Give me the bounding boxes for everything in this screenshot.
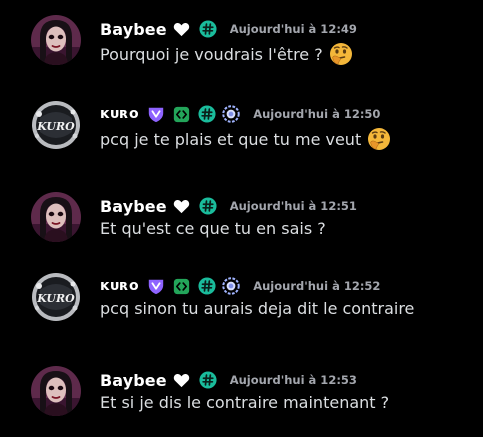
message-content: Et si je dis le contraire maintenant ? [100,393,389,412]
message-header: ĸᴜʀᴏ Aujourd'hui à 12:50 [100,103,380,125]
username[interactable]: Baybee [100,20,167,39]
thinking-face-emoji[interactable] [367,127,391,151]
message-text: pcq sinon tu aurais deja dit le contrair… [100,299,415,318]
hashtag-badge-icon[interactable] [199,371,217,389]
message-text: Et qu'est ce que tu en sais ? [100,219,326,238]
hashtag-badge-icon[interactable] [198,105,216,123]
chat-message: Baybee Aujourd'hui à 12:49 Pourquoi je v… [0,15,483,75]
username[interactable]: Baybee [100,371,167,390]
message-content: pcq je te plais et que tu me veut [100,127,391,151]
message-text: Et si je dis le contraire maintenant ? [100,393,390,412]
kuro-avatar[interactable]: KURO [31,272,81,322]
kuro-avatar[interactable]: KURO [31,100,81,150]
chat-message: KURO ĸᴜʀᴏ Aujourd'hui à 12:52 pcq sinon … [0,272,483,332]
hashtag-badge-icon[interactable] [199,197,217,215]
timestamp[interactable]: Aujourd'hui à 12:50 [253,107,380,121]
purple-shield-icon[interactable] [147,277,165,295]
timestamp[interactable]: Aujourd'hui à 12:51 [230,199,357,213]
message-text: pcq je te plais et que tu me veut [100,129,362,149]
message-content: pcq sinon tu aurais deja dit le contrair… [100,299,414,318]
timestamp[interactable]: Aujourd'hui à 12:49 [230,22,357,36]
chat-message: Baybee Aujourd'hui à 12:51 Et qu'est ce … [0,192,483,252]
timestamp[interactable]: Aujourd'hui à 12:52 [253,279,380,293]
message-header: ĸᴜʀᴏ Aujourd'hui à 12:52 [100,275,380,297]
message-text: Pourquoi je voudrais l'être ? [100,44,323,64]
baybee-avatar[interactable] [31,192,81,242]
chat-message: Baybee Aujourd'hui à 12:53 Et si je dis … [0,366,483,426]
message-content: Et qu'est ce que tu en sais ? [100,219,326,238]
username[interactable]: ĸᴜʀᴏ [100,278,139,294]
heart-icon [173,22,190,37]
username[interactable]: Baybee [100,197,167,216]
green-code-badge-icon[interactable] [173,278,190,295]
laurel-badge-icon[interactable] [221,276,241,296]
username[interactable]: ĸᴜʀᴏ [100,106,139,122]
laurel-badge-icon[interactable] [221,104,241,124]
chat-message: KURO ĸᴜʀᴏ Aujourd'hui à 12:50 pcq je te … [0,100,483,160]
baybee-avatar[interactable] [31,366,81,416]
hashtag-badge-icon[interactable] [198,277,216,295]
hashtag-badge-icon[interactable] [199,20,217,38]
purple-shield-icon[interactable] [147,105,165,123]
message-content: Pourquoi je voudrais l'être ? [100,42,353,66]
green-code-badge-icon[interactable] [173,106,190,123]
timestamp[interactable]: Aujourd'hui à 12:53 [230,373,357,387]
message-header: Baybee Aujourd'hui à 12:53 [100,369,357,391]
kuro-logo-text: KURO [36,120,75,133]
message-header: Baybee Aujourd'hui à 12:51 [100,195,357,217]
message-header: Baybee Aujourd'hui à 12:49 [100,18,357,40]
heart-icon [173,373,190,388]
baybee-avatar[interactable] [31,15,81,65]
chat-message-list: Baybee Aujourd'hui à 12:49 Pourquoi je v… [0,0,483,437]
thinking-face-emoji[interactable] [329,42,353,66]
kuro-logo-text: KURO [36,292,75,305]
heart-icon [173,199,190,214]
